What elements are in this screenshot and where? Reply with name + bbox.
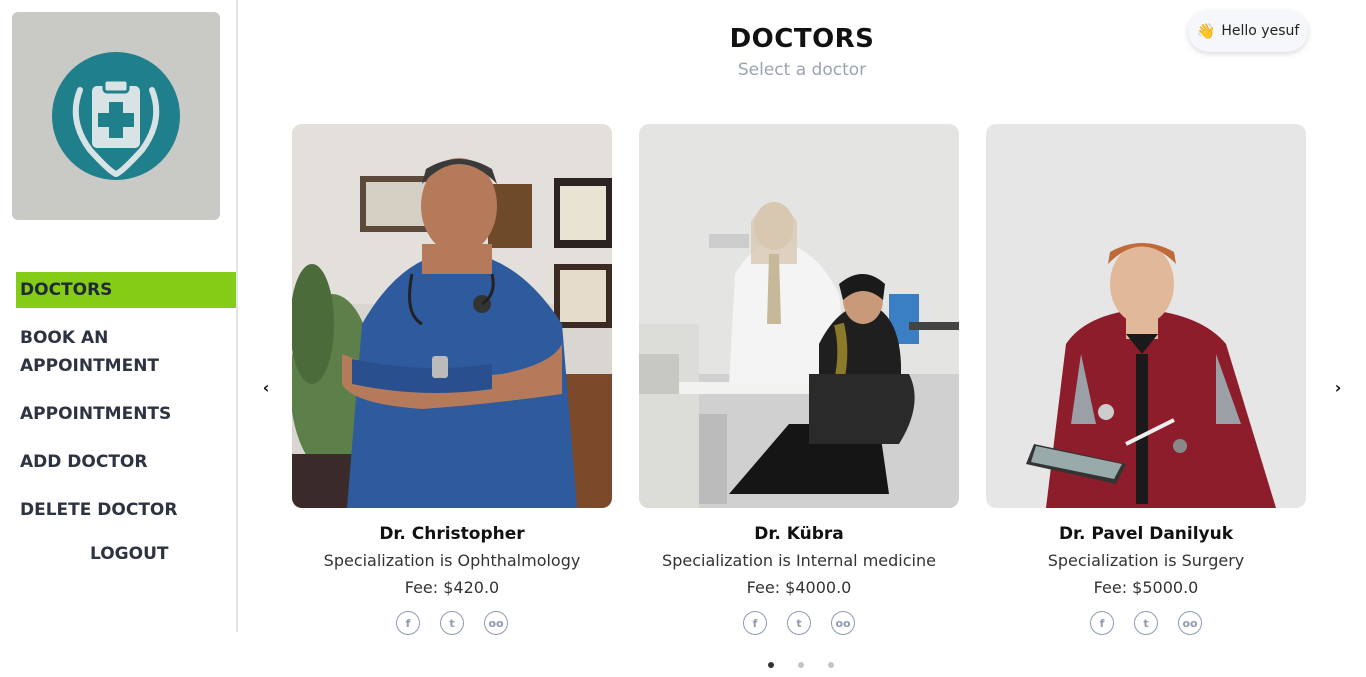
doctor-name: Dr. Pavel Danilyuk [1058, 524, 1234, 544]
nav-delete-doctor[interactable]: DELETE DOCTOR [16, 496, 181, 524]
carousel-dot-2[interactable] [798, 662, 804, 668]
doctor-fee: Fee: $420.0 [404, 578, 500, 597]
twitter-icon[interactable]: t [787, 611, 811, 635]
facebook-icon[interactable]: f [1090, 611, 1114, 635]
nav-appointments[interactable]: APPOINTMENTS [16, 400, 175, 428]
nav-doctors[interactable]: DOCTORS [16, 272, 236, 308]
carousel-dot-3[interactable] [828, 662, 834, 668]
tripadvisor-icon[interactable]: oo [484, 611, 508, 635]
app-logo [12, 12, 220, 220]
page-title: DOCTORS [729, 24, 875, 54]
facebook-icon[interactable]: f [396, 611, 420, 635]
doctor-photo [639, 124, 959, 508]
doctor-photo [292, 124, 612, 508]
nav-logout[interactable]: LOGOUT [86, 540, 172, 568]
doctor-name: Dr. Kübra [754, 524, 844, 544]
doctor-card[interactable]: Dr. Kübra Specialization is Internal med… [639, 124, 959, 635]
carousel-next-arrow-icon[interactable]: › [1328, 378, 1348, 398]
nav-book-appointment-line1: BOOK AN [20, 328, 109, 348]
carousel-dot-1[interactable] [768, 662, 774, 668]
user-greeting-button[interactable]: 👋 Hello yesuf [1188, 10, 1308, 52]
doctor-specialization: Specialization is Internal medicine [662, 551, 936, 570]
twitter-icon[interactable]: t [440, 611, 464, 635]
nav-book-appointment-line2: APPOINTMENT [20, 356, 160, 376]
tripadvisor-icon[interactable]: oo [1178, 611, 1202, 635]
nav-add-doctor[interactable]: ADD DOCTOR [16, 448, 151, 476]
medical-clipboard-icon [52, 52, 180, 180]
doctor-card[interactable]: Dr. Pavel Danilyuk Specialization is Sur… [986, 124, 1306, 635]
doctor-fee: Fee: $5000.0 [1093, 578, 1199, 597]
page-subtitle: Select a doctor [737, 60, 867, 80]
social-links: f t oo [986, 611, 1306, 635]
social-links: f t oo [639, 611, 959, 635]
carousel-pagination [768, 662, 834, 668]
doctor-card[interactable]: Dr. Christopher Specialization is Ophtha… [292, 124, 612, 635]
nav-book-appointment[interactable]: BOOK AN APPOINTMENT [16, 324, 216, 380]
doctor-specialization: Specialization is Ophthalmology [323, 551, 581, 570]
tripadvisor-icon[interactable]: oo [831, 611, 855, 635]
doctor-specialization: Specialization is Surgery [1047, 551, 1245, 570]
social-links: f t oo [292, 611, 612, 635]
facebook-icon[interactable]: f [743, 611, 767, 635]
waving-hand-icon: 👋 [1196, 22, 1216, 40]
carousel-prev-arrow-icon[interactable]: ‹ [256, 378, 276, 398]
sidebar: DOCTORS BOOK AN APPOINTMENT APPOINTMENTS… [0, 0, 238, 632]
doctor-name: Dr. Christopher [379, 524, 525, 544]
doctor-fee: Fee: $4000.0 [746, 578, 852, 597]
doctor-photo [986, 124, 1306, 508]
greeting-text: Hello yesuf [1221, 23, 1300, 39]
twitter-icon[interactable]: t [1134, 611, 1158, 635]
